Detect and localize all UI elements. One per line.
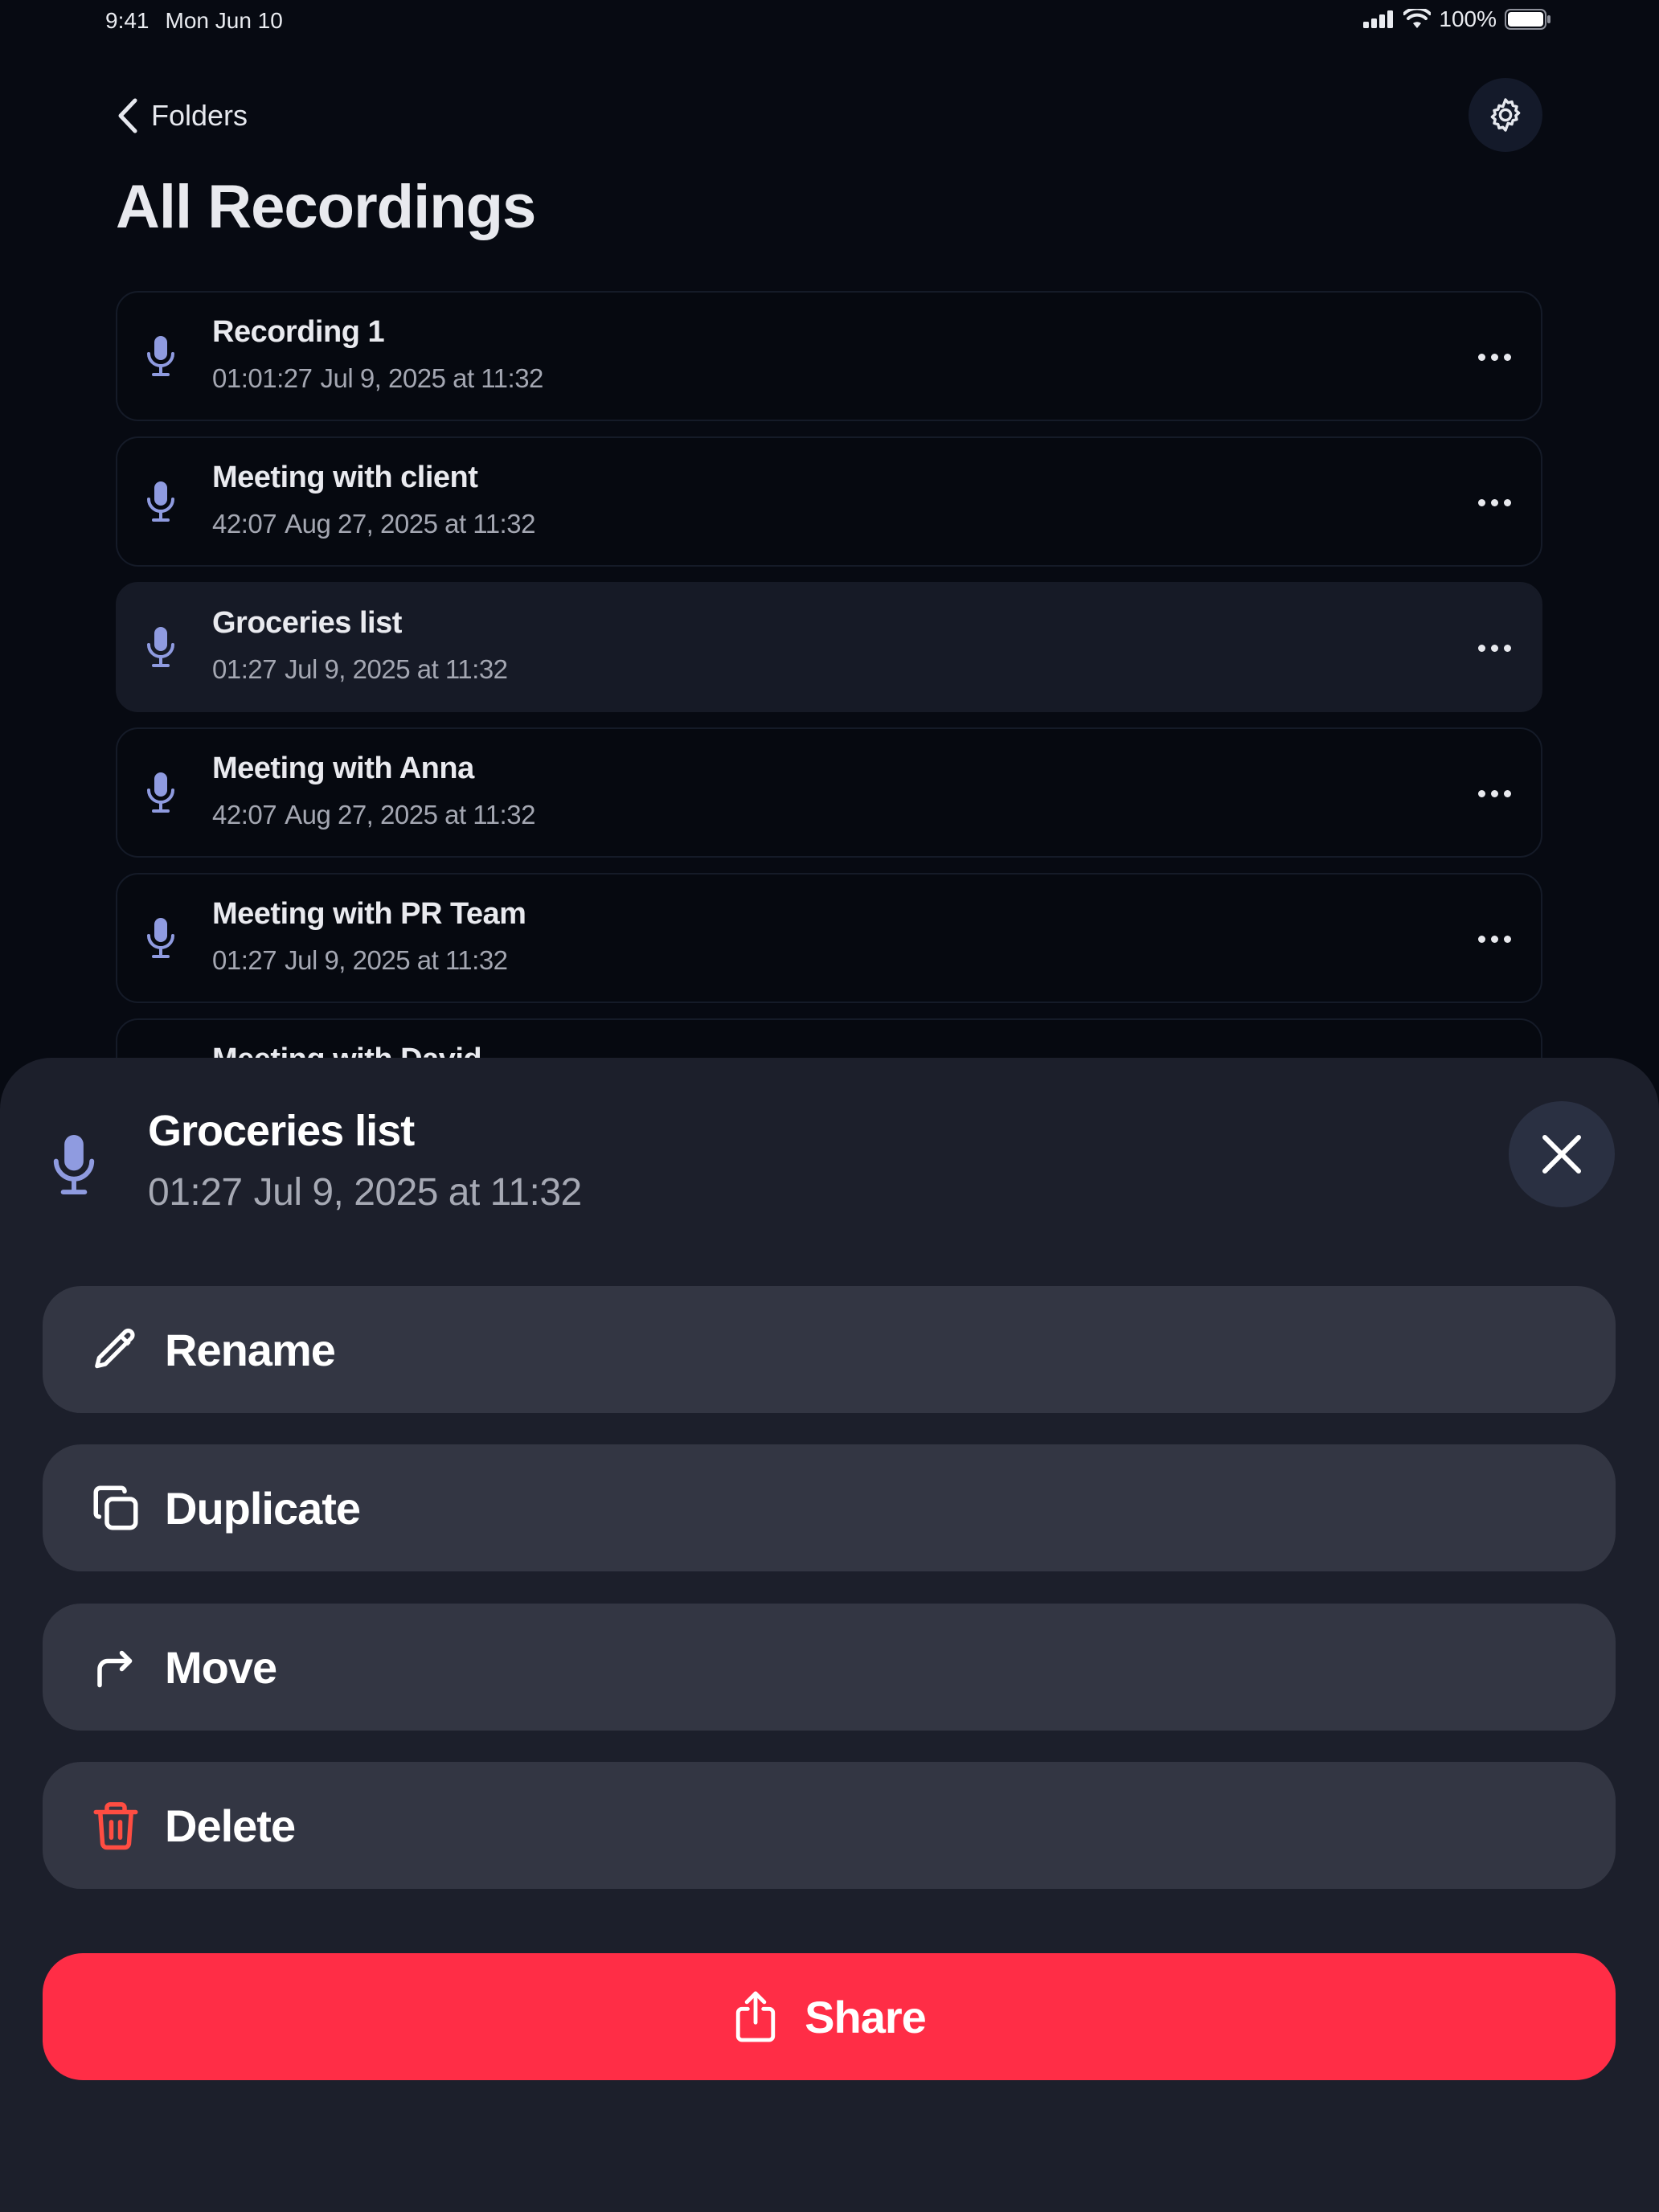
- recording-meta: 42:07 Aug 27, 2025 at 11:32: [212, 509, 535, 539]
- gear-icon: [1490, 98, 1521, 132]
- recordings-list: Recording 1 01:01:27 Jul 9, 2025 at 11:32…: [116, 291, 1542, 1164]
- recording-title: Groceries list: [212, 606, 402, 640]
- back-button[interactable]: Folders: [116, 93, 248, 138]
- more-dot: [1490, 498, 1498, 506]
- recording-options-sheet: Groceries list 01:27 Jul 9, 2025 at 11:32…: [0, 1058, 1659, 2212]
- status-bar: 9:41 Mon Jun 10 100%: [0, 0, 1659, 45]
- recording-title: Recording 1: [212, 315, 385, 349]
- page-title: All Recordings: [116, 173, 536, 241]
- share-button[interactable]: Share: [43, 1953, 1616, 2080]
- screen: 9:41 Mon Jun 10 100% Folders All Recordi…: [0, 0, 1659, 2212]
- recording-duration: 42:07: [212, 800, 277, 830]
- move-label: Move: [165, 1641, 277, 1693]
- recording-date: Jul 9, 2025 at 11:32: [285, 945, 508, 975]
- recording-meta: 42:07 Aug 27, 2025 at 11:32: [212, 800, 535, 830]
- delete-label: Delete: [165, 1800, 296, 1851]
- recording-title: Meeting with PR Team: [212, 897, 526, 931]
- duplicate-label: Duplicate: [165, 1482, 361, 1534]
- delete-button[interactable]: Delete: [43, 1762, 1616, 1889]
- microphone-icon: [147, 481, 174, 522]
- microphone-icon: [147, 772, 174, 813]
- more-options-button[interactable]: [1470, 338, 1518, 376]
- recording-date: Jul 9, 2025 at 11:32: [320, 363, 543, 393]
- recording-row-selected[interactable]: Groceries list 01:27 Jul 9, 2025 at 11:32: [116, 582, 1542, 712]
- share-label: Share: [805, 1991, 927, 2042]
- more-options-button[interactable]: [1470, 774, 1518, 813]
- recording-meta: 01:01:27 Jul 9, 2025 at 11:32: [212, 363, 543, 394]
- recording-row[interactable]: Recording 1 01:01:27 Jul 9, 2025 at 11:32: [116, 291, 1542, 421]
- microphone-icon: [147, 627, 174, 667]
- more-dot: [1503, 498, 1511, 506]
- move-arrow-icon: [88, 1639, 144, 1695]
- status-date: Mon Jun 10: [165, 8, 283, 33]
- share-icon: [736, 1991, 776, 2042]
- status-time: 9:41: [105, 8, 150, 33]
- recording-date: Aug 27, 2025 at 11:32: [285, 800, 535, 830]
- more-options-button[interactable]: [1470, 483, 1518, 522]
- more-dot: [1503, 789, 1511, 797]
- recording-row[interactable]: Meeting with PR Team 01:27 Jul 9, 2025 at…: [116, 873, 1542, 1003]
- battery-percent: 100%: [1439, 6, 1497, 31]
- more-dot: [1477, 353, 1485, 361]
- sheet-title: Groceries list: [148, 1107, 415, 1155]
- signal-icon: [1363, 10, 1394, 28]
- status-left: 9:41 Mon Jun 10: [105, 8, 283, 34]
- recording-duration: 01:27: [212, 945, 277, 975]
- settings-button[interactable]: [1469, 78, 1542, 152]
- back-button-label: Folders: [151, 99, 248, 132]
- pencil-icon: [88, 1321, 144, 1378]
- recording-meta: 01:27 Jul 9, 2025 at 11:32: [212, 945, 508, 976]
- battery-icon: [1505, 9, 1550, 30]
- more-dot: [1477, 789, 1485, 797]
- trash-icon: [88, 1797, 144, 1854]
- recording-date: Aug 27, 2025 at 11:32: [285, 509, 535, 539]
- recording-date: Jul 9, 2025 at 11:32: [285, 654, 508, 684]
- recording-duration: 01:01:27: [212, 363, 313, 393]
- close-button[interactable]: [1509, 1101, 1615, 1207]
- sheet-duration: 01:27: [148, 1171, 243, 1214]
- status-right: 100%: [1363, 6, 1551, 32]
- recording-row[interactable]: Meeting with Anna 42:07 Aug 27, 2025 at 1…: [116, 727, 1542, 858]
- sheet-date: Jul 9, 2025 at 11:32: [253, 1171, 583, 1214]
- wifi-icon: [1403, 9, 1432, 28]
- duplicate-icon: [88, 1480, 144, 1536]
- more-dot: [1490, 935, 1498, 943]
- more-dot: [1490, 644, 1498, 652]
- recording-title: Meeting with Anna: [212, 752, 474, 785]
- more-dot: [1503, 353, 1511, 361]
- more-dot: [1490, 789, 1498, 797]
- more-dot: [1477, 644, 1485, 652]
- microphone-icon: [147, 918, 174, 958]
- more-options-button[interactable]: [1470, 629, 1518, 667]
- more-dot: [1503, 644, 1511, 652]
- rename-button[interactable]: Rename: [43, 1286, 1616, 1413]
- move-button[interactable]: Move: [43, 1604, 1616, 1731]
- recording-row[interactable]: Meeting with client 42:07 Aug 27, 2025 at…: [116, 436, 1542, 567]
- more-options-button[interactable]: [1470, 920, 1518, 958]
- sheet-meta: 01:27 Jul 9, 2025 at 11:32: [148, 1170, 582, 1215]
- more-dot: [1490, 353, 1498, 361]
- recording-title: Meeting with client: [212, 461, 478, 494]
- recording-duration: 01:27: [212, 654, 277, 684]
- more-dot: [1477, 935, 1485, 943]
- microphone-icon: [53, 1134, 95, 1195]
- recording-meta: 01:27 Jul 9, 2025 at 11:32: [212, 654, 508, 685]
- chevron-left-icon: [118, 98, 137, 133]
- more-dot: [1477, 498, 1485, 506]
- more-dot: [1503, 935, 1511, 943]
- duplicate-button[interactable]: Duplicate: [43, 1444, 1616, 1571]
- recording-duration: 42:07: [212, 509, 277, 539]
- microphone-icon: [147, 336, 174, 376]
- close-icon: [1542, 1135, 1581, 1174]
- rename-label: Rename: [165, 1324, 336, 1375]
